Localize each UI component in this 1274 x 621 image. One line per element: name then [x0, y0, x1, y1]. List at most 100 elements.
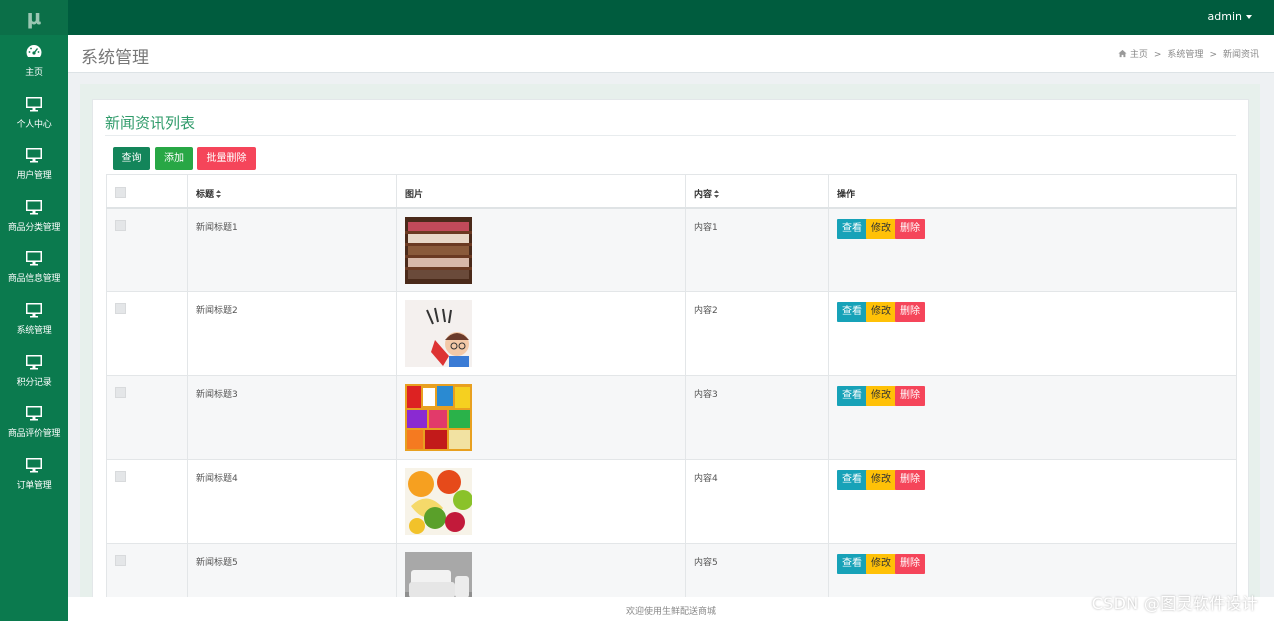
monitor-icon — [26, 354, 42, 370]
sidebar-item-label: 积分记录 — [16, 377, 52, 388]
page-header: 系统管理 主页 > 系统管理 > 新闻资讯 — [68, 35, 1274, 73]
sidebar-item-personal-center[interactable]: 个人中心 — [0, 87, 68, 139]
column-header-actions: 操作 — [828, 174, 1237, 209]
delete-button[interactable]: 删除 — [895, 302, 925, 322]
panel-title: 新闻资讯列表 — [105, 114, 196, 132]
view-button[interactable]: 查看 — [837, 554, 867, 574]
monitor-icon — [26, 148, 42, 163]
column-header-content[interactable]: 内容 — [685, 174, 829, 209]
table-row: 新闻标题2 内容2 查看 修改 删除 — [106, 291, 1237, 376]
sidebar-item-category-management[interactable]: 商品分类管理 — [0, 190, 68, 242]
sidebar-item-label: 商品分类管理 — [7, 222, 61, 233]
view-button[interactable]: 查看 — [837, 386, 867, 406]
row-title: 新闻标题1 — [187, 207, 397, 292]
select-all-cell — [106, 174, 188, 209]
column-header-title[interactable]: 标题 — [187, 174, 397, 209]
watermark: CSDN @图灵软件设计 — [1091, 594, 1258, 613]
table-row: 新闻标题3 内容3 查看 修改 删除 — [106, 375, 1237, 460]
batch-delete-button[interactable]: 批量删除 — [197, 147, 256, 170]
view-button[interactable]: 查看 — [837, 302, 867, 322]
breadcrumb-current: 新闻资讯 — [1222, 50, 1259, 60]
caret-down-icon — [1246, 15, 1252, 19]
breadcrumb-separator: > — [1209, 50, 1217, 60]
row-checkbox[interactable] — [115, 387, 126, 398]
user-menu[interactable]: admin — [1208, 0, 1252, 35]
divider — [105, 135, 1236, 136]
sidebar-item-system-management[interactable]: 系统管理 — [0, 293, 68, 345]
sidebar-item-review-management[interactable]: 商品评价管理 — [0, 396, 68, 448]
delete-button[interactable]: 删除 — [895, 386, 925, 406]
news-table: 标题 图片 内容 操作 新闻标题1 内容1 查看 修改 删除 新闻标题2 内容2 查… — [106, 174, 1237, 599]
cartoon-kid-thumbnail[interactable] — [405, 300, 472, 367]
snacks-thumbnail[interactable] — [405, 384, 472, 451]
table-row: 新闻标题4 内容4 查看 修改 删除 — [106, 459, 1237, 544]
breadcrumb-home[interactable]: 主页 — [1130, 50, 1148, 60]
sidebar-item-home[interactable]: 主页 — [0, 35, 68, 87]
edit-button[interactable]: 修改 — [866, 218, 896, 239]
page-title: 系统管理 — [81, 48, 149, 68]
sidebar-item-label: 用户管理 — [16, 171, 52, 182]
monitor-icon — [26, 251, 42, 266]
sidebar-item-label: 订单管理 — [16, 480, 52, 491]
news-list-panel: 新闻资讯列表 查询 添加 批量删除 标题 图片 内容 操作 新闻标题1 内容1 … — [92, 99, 1249, 599]
breadcrumb: 主页 > 系统管理 > 新闻资讯 — [1118, 47, 1259, 60]
row-checkbox[interactable] — [115, 471, 126, 482]
row-title: 新闻标题5 — [187, 543, 397, 598]
row-checkbox[interactable] — [115, 555, 126, 566]
row-title: 新闻标题3 — [187, 375, 397, 460]
sidebar-item-label: 商品信息管理 — [7, 274, 61, 285]
select-all-checkbox[interactable] — [115, 187, 126, 198]
breadcrumb-system[interactable]: 系统管理 — [1167, 50, 1203, 60]
monitor-icon — [26, 457, 42, 473]
sort-icon — [216, 190, 222, 198]
sidebar-item-label: 商品评价管理 — [7, 429, 61, 440]
sidebar-item-product-management[interactable]: 商品信息管理 — [0, 241, 68, 293]
table-row: 新闻标题5 内容5 查看 修改 删除 — [106, 543, 1237, 599]
search-button[interactable]: 查询 — [113, 147, 150, 170]
delete-button[interactable]: 删除 — [895, 218, 925, 239]
sidebar: 主页 个人中心 用户管理 商品分类管理 商品信息管理 系统管理 积分记录 商品评… — [0, 35, 68, 621]
fruits-thumbnail[interactable] — [405, 468, 472, 535]
app-logo[interactable]: μ — [0, 0, 68, 35]
breadcrumb-separator: > — [1153, 50, 1162, 60]
table-row: 新闻标题1 内容1 查看 修改 删除 — [106, 207, 1237, 292]
delete-button[interactable]: 删除 — [895, 470, 925, 490]
view-button[interactable]: 查看 — [837, 218, 867, 239]
user-name: admin — [1207, 10, 1242, 23]
row-actions: 查看 修改 删除 — [828, 291, 1237, 376]
monitor-icon — [26, 302, 42, 318]
sidebar-item-label: 系统管理 — [16, 325, 52, 336]
monitor-icon — [26, 199, 42, 215]
row-content: 内容4 — [685, 459, 829, 544]
monitor-icon — [26, 96, 42, 112]
sidebar-item-points-record[interactable]: 积分记录 — [0, 345, 68, 397]
dashboard-icon — [26, 45, 42, 57]
row-content: 内容3 — [685, 375, 829, 460]
sidebar-item-label: 个人中心 — [16, 119, 52, 130]
add-button[interactable]: 添加 — [155, 147, 193, 170]
sidebar-item-user-management[interactable]: 用户管理 — [0, 138, 68, 190]
view-button[interactable]: 查看 — [837, 470, 867, 490]
shoe-rack-thumbnail[interactable] — [405, 216, 472, 284]
column-header-image: 图片 — [396, 174, 686, 209]
row-content: 内容1 — [685, 207, 829, 292]
edit-button[interactable]: 修改 — [866, 302, 896, 322]
sidebar-item-order-management[interactable]: 订单管理 — [0, 448, 68, 500]
top-bar: μ admin — [0, 0, 1274, 35]
row-actions: 查看 修改 删除 — [828, 375, 1237, 460]
row-title: 新闻标题4 — [187, 459, 397, 544]
row-actions: 查看 修改 删除 — [828, 459, 1237, 544]
edit-button[interactable]: 修改 — [866, 554, 896, 574]
row-checkbox[interactable] — [115, 303, 126, 314]
row-checkbox[interactable] — [115, 219, 126, 231]
row-actions: 查看 修改 删除 — [828, 207, 1237, 292]
delete-button[interactable]: 删除 — [895, 554, 925, 574]
row-title: 新闻标题2 — [187, 291, 397, 376]
row-content: 内容5 — [685, 543, 829, 598]
edit-button[interactable]: 修改 — [866, 386, 896, 406]
edit-button[interactable]: 修改 — [866, 470, 896, 490]
white-sofa-thumbnail[interactable] — [405, 552, 472, 599]
table-header-row: 标题 图片 内容 操作 — [106, 174, 1237, 209]
sort-icon — [714, 190, 720, 198]
sidebar-item-label: 主页 — [25, 68, 43, 78]
